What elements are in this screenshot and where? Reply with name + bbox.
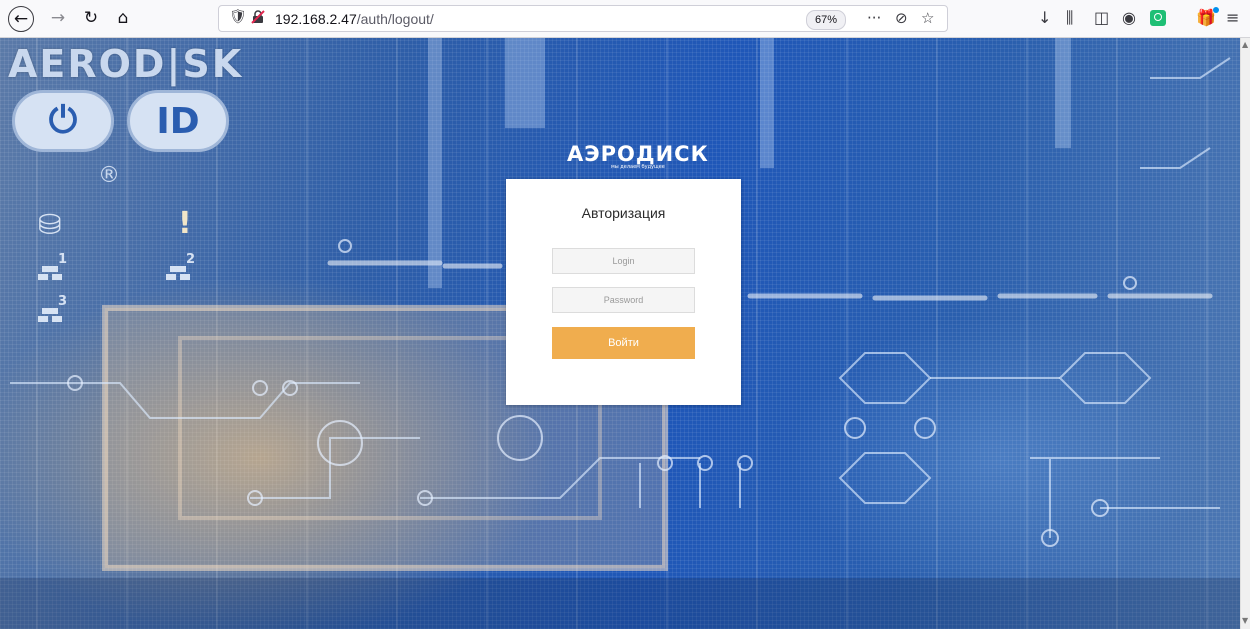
extension-icon[interactable]: [1150, 10, 1166, 26]
arrow-left-icon: ←: [13, 9, 29, 29]
hardware-id-button: ID: [127, 90, 229, 152]
tracking-shield-icon[interactable]: 🛡: [229, 9, 247, 25]
network-port-2-icon: 2: [166, 252, 196, 288]
url-host: 192.168.2.47: [275, 11, 357, 27]
home-button[interactable]: ⌂: [112, 5, 134, 31]
login-submit-button[interactable]: Войти: [552, 327, 695, 359]
disk-icon: ⛁: [38, 208, 62, 241]
password-input[interactable]: [552, 287, 695, 313]
background-brand-mark: AEROD|SK: [8, 42, 244, 86]
network-port-3-icon: 3: [38, 294, 68, 330]
hardware-power-button: ⏻: [12, 90, 114, 152]
scroll-down-arrow[interactable]: ▼: [1242, 616, 1248, 625]
notification-dot: [1213, 7, 1219, 13]
forward-button[interactable]: →: [48, 5, 68, 31]
warning-icon: !: [178, 206, 192, 241]
downloads-icon[interactable]: ↓: [1038, 9, 1051, 27]
network-port-3-label: 3: [58, 294, 68, 309]
url-text[interactable]: 192.168.2.47/auth/logout/: [275, 11, 434, 27]
bookmark-star-icon[interactable]: ☆: [921, 9, 934, 27]
login-page: AEROD|SK ⏻ ID ® ⛁ ! 1 2 3 АЭРОДИСК мы де…: [0, 38, 1240, 629]
network-port-1-label: 1: [58, 252, 68, 267]
account-icon[interactable]: ◉: [1122, 9, 1136, 27]
browser-toolbar: ← → ↻ ⌂ 🛡 192.168.2.47/auth/logout/ 67% …: [0, 0, 1250, 38]
zoom-level-badge[interactable]: 67%: [806, 10, 847, 30]
pocket-icon[interactable]: ⊘: [895, 9, 908, 27]
page-scrollbar[interactable]: ▲ ▼: [1240, 38, 1250, 629]
library-icon[interactable]: ⫼: [1066, 9, 1073, 27]
reload-button[interactable]: ↻: [80, 5, 102, 31]
network-port-1-icon: 1: [38, 252, 68, 288]
logo-text: АЭРОДИСК: [567, 142, 709, 166]
url-path: /auth/logout/: [356, 11, 434, 27]
aerodisk-logo: АЭРОДИСК мы делаем будущее: [567, 142, 709, 170]
power-icon: ⏻: [48, 100, 78, 141]
logo-tagline: мы делаем будущее: [611, 164, 665, 170]
login-form: Авторизация Войти: [506, 179, 741, 405]
login-input[interactable]: [552, 248, 695, 274]
arrow-right-icon: →: [50, 8, 66, 28]
reload-icon: ↻: [83, 8, 99, 28]
login-title: Авторизация: [581, 205, 666, 221]
network-port-2-label: 2: [186, 252, 196, 267]
sidebar-icon[interactable]: ◫: [1094, 9, 1109, 27]
back-button[interactable]: ←: [8, 6, 34, 32]
url-bar[interactable]: 🛡 192.168.2.47/auth/logout/ 67% ··· ⊘ ☆: [218, 5, 948, 32]
insecure-lock-icon[interactable]: [251, 10, 265, 24]
home-icon: ⌂: [117, 8, 129, 28]
scroll-up-arrow[interactable]: ▲: [1242, 40, 1248, 49]
hardware-id-label: ID: [156, 100, 200, 142]
registered-mark: ®: [98, 163, 120, 188]
hamburger-menu-icon[interactable]: ≡: [1226, 9, 1239, 27]
page-actions-icon[interactable]: ···: [867, 9, 881, 27]
